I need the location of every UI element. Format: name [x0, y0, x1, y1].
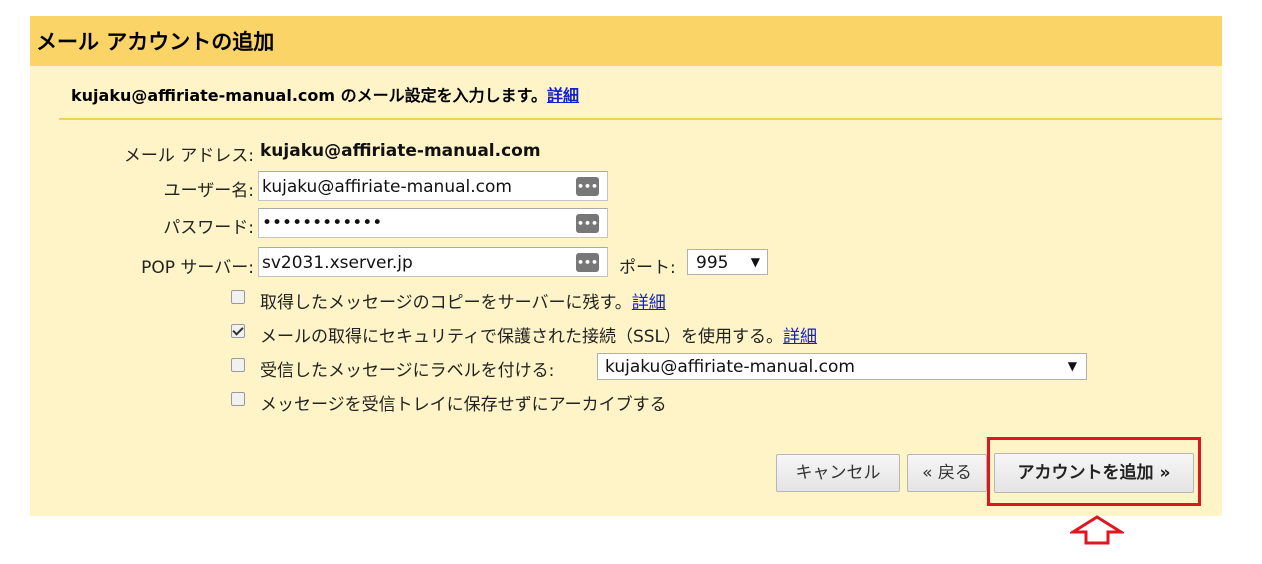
archive-checkbox[interactable] — [231, 392, 245, 406]
label-messages-checkbox[interactable] — [231, 358, 245, 372]
divider — [59, 118, 1222, 120]
ssl-checkbox[interactable] — [231, 324, 245, 338]
password-input[interactable]: •••••••••••• ••• — [258, 208, 608, 238]
archive-label: メッセージを受信トレイに保存せずにアーカイブする — [260, 395, 667, 415]
port-label: ポート: — [619, 258, 676, 278]
password-label: パスワード: — [163, 218, 254, 238]
username-label: ユーザー名: — [163, 181, 254, 201]
dialog-title: メール アカウントの追加 — [36, 30, 275, 54]
label-select-value: kujaku@affiriate-manual.com — [605, 357, 855, 377]
leave-copy-checkbox[interactable] — [231, 290, 245, 304]
ssl-label: メールの取得にセキュリティで保護された接続（SSL）を使用する。 — [260, 327, 784, 347]
pop-server-label: POP サーバー: — [141, 258, 254, 278]
ssl-details-link[interactable]: 詳細 — [783, 327, 817, 347]
label-select[interactable]: kujaku@affiriate-manual.com ▼ — [597, 353, 1087, 380]
pop-server-input-value: sv2031.xserver.jp — [262, 253, 413, 273]
password-manager-icon[interactable]: ••• — [576, 214, 599, 233]
chevron-down-icon: ▼ — [750, 255, 760, 269]
email-label: メール アドレス: — [123, 146, 254, 166]
back-button[interactable]: « 戻る — [907, 454, 987, 492]
username-input-value: kujaku@affiriate-manual.com — [262, 177, 512, 197]
dialog-header: メール アカウントの追加 — [30, 16, 1222, 66]
email-value: kujaku@affiriate-manual.com — [260, 141, 541, 161]
label-messages-label: 受信したメッセージにラベルを付ける: — [260, 361, 555, 381]
port-select-value: 995 — [696, 253, 729, 273]
password-manager-icon[interactable]: ••• — [576, 253, 599, 272]
ssl-option: メールの取得にセキュリティで保護された接続（SSL）を使用する。詳細 — [260, 322, 817, 347]
leave-copy-label: 取得したメッセージのコピーをサーバーに残す。 — [260, 293, 632, 313]
leave-copy-option: 取得したメッセージのコピーをサーバーに残す。詳細 — [260, 288, 666, 313]
subtitle-details-link[interactable]: 詳細 — [547, 86, 579, 105]
password-input-value: •••••••••••• — [262, 213, 383, 233]
dialog-subtitle: kujaku@affiriate-manual.com のメール設定を入力します… — [71, 82, 579, 106]
subtitle-text: kujaku@affiriate-manual.com のメール設定を入力します… — [71, 86, 548, 105]
highlight-box — [987, 437, 1201, 506]
password-manager-icon[interactable]: ••• — [576, 177, 599, 196]
leave-copy-details-link[interactable]: 詳細 — [632, 293, 666, 313]
up-arrow-icon — [1070, 515, 1124, 545]
cancel-button[interactable]: キャンセル — [776, 454, 900, 492]
port-select[interactable]: 995 ▼ — [687, 249, 768, 275]
username-input[interactable]: kujaku@affiriate-manual.com ••• — [258, 171, 608, 201]
pop-server-input[interactable]: sv2031.xserver.jp ••• — [258, 247, 608, 277]
chevron-down-icon: ▼ — [1067, 359, 1077, 373]
